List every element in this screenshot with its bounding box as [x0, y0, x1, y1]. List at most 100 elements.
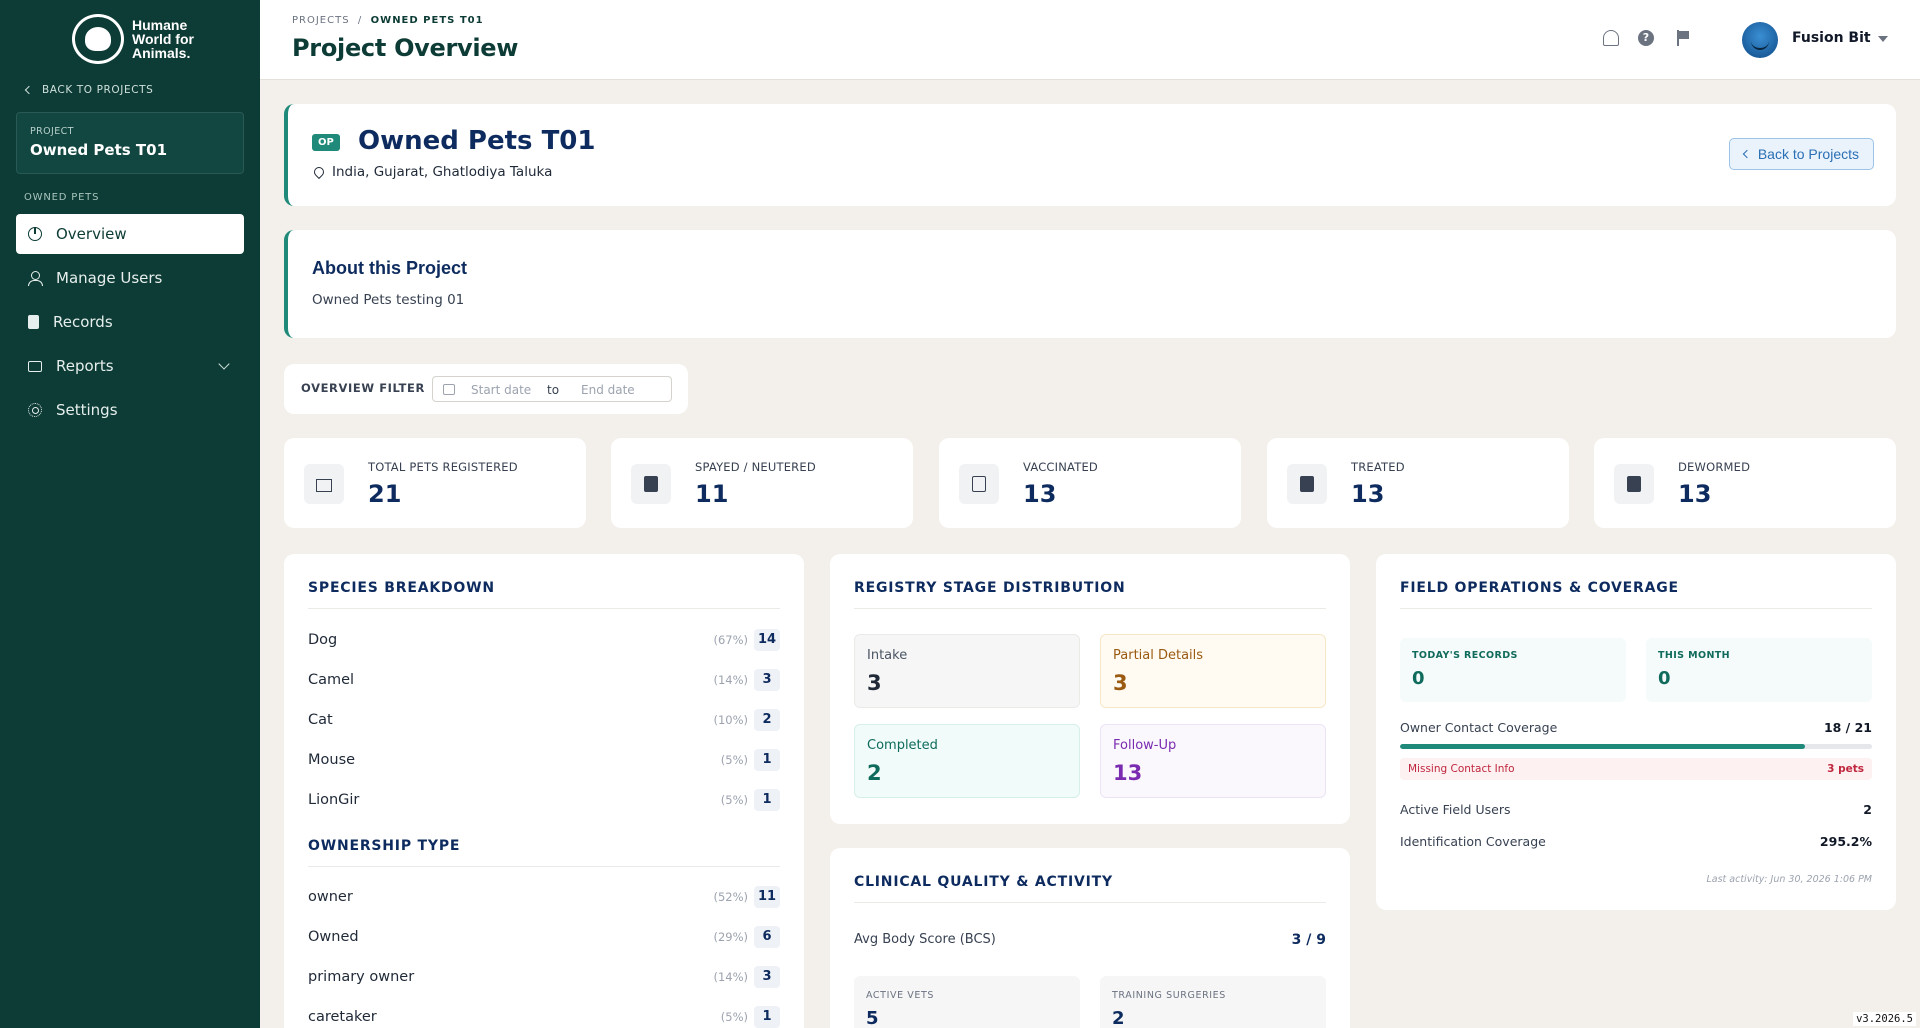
mini-value: 5: [866, 1008, 879, 1028]
stage-value: 2: [867, 761, 882, 785]
row-count: 6: [754, 926, 780, 948]
flag-icon[interactable]: [1675, 30, 1691, 46]
version-label: v3.2026.5: [1853, 1012, 1916, 1026]
bell-icon[interactable]: [1603, 30, 1619, 46]
clipboard-check-icon: [1300, 476, 1314, 492]
stage-value: 3: [1113, 671, 1128, 695]
todays-records-tile: TODAY'S RECORDS 0: [1400, 638, 1626, 702]
about-title: About this Project: [312, 258, 468, 278]
row-name: primary owner: [308, 969, 415, 985]
stat-icon-box: [959, 464, 999, 504]
stat-card-total-pets: TOTAL PETS REGISTERED 21: [284, 438, 586, 528]
sidebar-item-overview[interactable]: Overview: [16, 214, 244, 254]
tile-value: 0: [1412, 668, 1425, 689]
row-name: owner: [308, 889, 353, 905]
row-name: caretaker: [308, 1009, 377, 1025]
location-pin-icon: [311, 164, 327, 180]
sidebar-item-manage-users[interactable]: Manage Users: [16, 258, 244, 298]
pie-chart-icon: [28, 227, 42, 241]
list-item: owner (52%) 11: [308, 886, 780, 910]
divider: [854, 902, 1326, 903]
sidebar: Humane World for Animals. BACK TO PROJEC…: [0, 0, 260, 1028]
divider: [1400, 608, 1872, 609]
list-item: Owned (29%) 6: [308, 926, 780, 950]
filter-label: OVERVIEW FILTER: [301, 381, 425, 395]
row-name: Owned: [308, 929, 359, 945]
row-count: 1: [754, 1006, 780, 1028]
project-header-card: OP Owned Pets T01 India, Gujarat, Ghatlo…: [284, 104, 1896, 206]
date-range-input[interactable]: Start date to End date: [432, 376, 672, 402]
row-count: 3: [754, 966, 780, 988]
sidebar-item-label: Settings: [56, 401, 118, 419]
bcs-row: Avg Body Score (BCS) 3 / 9: [854, 932, 1326, 948]
stat-value: 13: [1023, 480, 1057, 508]
id-coverage-label: Identification Coverage: [1400, 834, 1546, 849]
row-name: LionGir: [308, 792, 360, 808]
end-date-input[interactable]: End date: [581, 383, 635, 397]
stat-icon-box: [304, 464, 344, 504]
start-date-input[interactable]: Start date: [471, 383, 531, 397]
id-coverage-row: Identification Coverage 295.2%: [1400, 834, 1872, 849]
row-percent: (67%): [713, 633, 748, 647]
divider: [308, 866, 780, 867]
registry-stage-card: REGISTRY STAGE DISTRIBUTION Intake 3 Par…: [830, 554, 1350, 824]
breadcrumb-projects[interactable]: PROJECTS: [292, 15, 350, 26]
contact-coverage-progress: [1400, 744, 1872, 749]
list-item: Dog (67%) 14: [308, 629, 780, 653]
stage-value: 3: [867, 671, 882, 695]
sidebar-item-reports[interactable]: Reports: [16, 346, 244, 386]
stat-label: VACCINATED: [1023, 460, 1098, 474]
sidebar-item-label: Manage Users: [56, 269, 163, 287]
row-percent: (5%): [720, 1010, 748, 1024]
calendar-icon: [443, 384, 455, 395]
missing-value: 3 pets: [1827, 763, 1864, 775]
breadcrumb-separator: /: [357, 15, 363, 26]
caret-down-icon[interactable]: [1878, 36, 1888, 42]
back-to-projects-button[interactable]: Back to Projects: [1728, 138, 1874, 170]
sidebar-item-label: Overview: [56, 225, 127, 243]
this-month-tile: THIS MONTH 0: [1646, 638, 1872, 702]
row-name: Camel: [308, 672, 355, 688]
stat-card-vaccinated: VACCINATED 13: [939, 438, 1241, 528]
overview-filter: OVERVIEW FILTER Start date to End date: [284, 364, 688, 414]
clipboard-check-icon: [644, 476, 658, 492]
avatar[interactable]: [1742, 22, 1778, 58]
active-users-value: 2: [1863, 802, 1872, 817]
progress-fill: [1400, 744, 1805, 749]
breadcrumb: PROJECTS / OWNED PETS T01: [292, 15, 484, 26]
brand-logo[interactable]: Humane World for Animals.: [72, 14, 202, 64]
row-count: 14: [754, 629, 780, 651]
stat-card-dewormed: DEWORMED 13: [1594, 438, 1896, 528]
contact-coverage-label: Owner Contact Coverage: [1400, 720, 1558, 735]
sidebar-item-settings[interactable]: Settings: [16, 390, 244, 430]
chevron-down-icon[interactable]: [218, 358, 230, 370]
back-to-projects-link[interactable]: BACK TO PROJECTS: [24, 84, 153, 96]
clipboard-icon: [28, 315, 39, 329]
tile-value: 0: [1658, 668, 1671, 689]
user-name[interactable]: Fusion Bit: [1792, 30, 1871, 46]
stat-value: 11: [695, 480, 729, 508]
stat-card-treated: TREATED 13: [1267, 438, 1569, 528]
row-percent: (14%): [713, 970, 748, 984]
project-selector-name: Owned Pets T01: [30, 141, 168, 159]
stage-label: Intake: [867, 648, 908, 663]
active-field-users-row: Active Field Users 2: [1400, 802, 1872, 817]
help-icon[interactable]: ?: [1638, 30, 1654, 46]
species-title: SPECIES BREAKDOWN: [308, 580, 495, 596]
ownership-title: OWNERSHIP TYPE: [308, 838, 461, 854]
clinical-quality-card: CLINICAL QUALITY & ACTIVITY Avg Body Sco…: [830, 848, 1350, 1028]
row-count: 1: [754, 749, 780, 771]
field-ops-title: FIELD OPERATIONS & COVERAGE: [1400, 580, 1679, 596]
list-item: LionGir (5%) 1: [308, 789, 780, 813]
stat-card-spayed: SPAYED / NEUTERED 11: [611, 438, 913, 528]
report-icon: [28, 360, 42, 372]
stage-tile-followup: Follow-Up 13: [1100, 724, 1326, 798]
divider: [854, 608, 1326, 609]
sidebar-item-label: Records: [53, 313, 113, 331]
row-count: 1: [754, 789, 780, 811]
bcs-value: 3 / 9: [1291, 932, 1326, 948]
page-title: Project Overview: [292, 34, 519, 62]
sidebar-item-records[interactable]: Records: [16, 302, 244, 342]
medical-kit-icon: [972, 476, 986, 492]
row-percent: (5%): [720, 793, 748, 807]
